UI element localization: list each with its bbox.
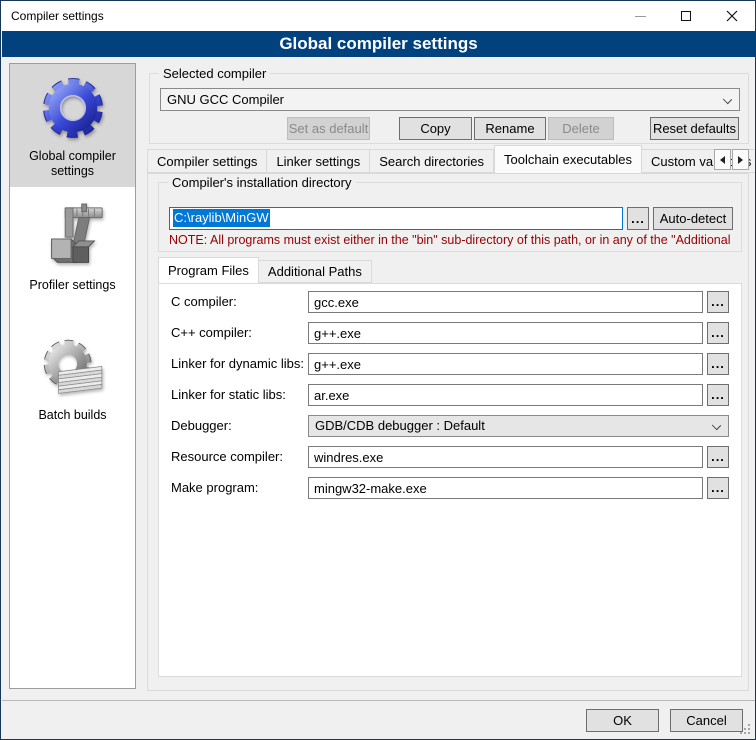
minimize-button[interactable]	[617, 1, 663, 31]
installation-directory-group-label: Compiler's installation directory	[168, 175, 356, 190]
compiler-settings-dialog: Compiler settings Global compiler settin…	[0, 0, 756, 740]
title-bar: Compiler settings	[1, 1, 755, 31]
field-label: C compiler:	[171, 291, 237, 313]
rename-button[interactable]: Rename	[474, 117, 546, 140]
tab-program-files[interactable]: Program Files	[158, 257, 259, 283]
sidebar-item-label: Global compiler settings	[10, 146, 135, 187]
bin-subdirectory-note: NOTE: All programs must exist either in …	[169, 233, 741, 247]
maximize-button[interactable]	[663, 1, 709, 31]
compiler-select[interactable]: GNU GCC Compiler	[160, 88, 740, 111]
sidebar-item-global-compiler-settings[interactable]: Global compiler settings	[10, 64, 135, 187]
static-linker-input[interactable]	[308, 384, 703, 406]
window-title: Compiler settings	[11, 1, 104, 31]
program-tab-bar: Program Files Additional Paths	[158, 260, 372, 283]
make-program-input[interactable]	[308, 477, 703, 499]
copy-button[interactable]: Copy	[399, 117, 472, 140]
maximize-icon	[681, 11, 691, 21]
sidebar-item-profiler-settings[interactable]: Profiler settings	[10, 197, 135, 301]
toolchain-executables-page: Compiler's installation directory C:\ray…	[147, 173, 749, 691]
browse-dynamic-linker-button[interactable]: ...	[707, 353, 729, 375]
profiler-caliper-icon	[38, 203, 108, 275]
tab-compiler-settings[interactable]: Compiler settings	[147, 149, 267, 173]
close-icon	[726, 10, 738, 22]
compiler-select-value: GNU GCC Compiler	[167, 92, 284, 107]
close-button[interactable]	[709, 1, 755, 31]
sidebar-item-label: Profiler settings	[10, 275, 135, 301]
debugger-select-value: GDB/CDB debugger : Default	[315, 418, 485, 433]
installation-directory-input[interactable]: C:\raylib\MinGW	[169, 207, 623, 230]
tab-linker-settings[interactable]: Linker settings	[267, 149, 370, 173]
cancel-button[interactable]: Cancel	[670, 709, 743, 732]
c-compiler-input[interactable]	[308, 291, 703, 313]
cpp-compiler-input[interactable]	[308, 322, 703, 344]
tab-search-directories[interactable]: Search directories	[370, 149, 494, 173]
selected-compiler-group-label: Selected compiler	[159, 66, 270, 81]
reset-defaults-button[interactable]: Reset defaults	[650, 117, 739, 140]
tab-scroll-right-button[interactable]	[732, 149, 749, 170]
minimize-icon	[635, 16, 646, 17]
field-label: Resource compiler:	[171, 446, 283, 468]
tab-scroll-left-button[interactable]	[714, 149, 731, 170]
main-tab-bar: Compiler settings Linker settings Search…	[147, 149, 756, 173]
selected-compiler-group: Selected compiler GNU GCC Compiler Set a…	[149, 73, 749, 144]
chevron-down-icon	[712, 421, 721, 430]
sidebar-item-batch-builds[interactable]: Batch builds	[10, 327, 135, 431]
chevron-down-icon	[723, 95, 732, 104]
batch-builds-icon	[37, 333, 109, 405]
debugger-select[interactable]: GDB/CDB debugger : Default	[308, 415, 729, 437]
page-title: Global compiler settings	[2, 31, 755, 57]
field-label: Linker for dynamic libs:	[171, 353, 304, 375]
footer-divider	[2, 700, 755, 701]
resource-compiler-input[interactable]	[308, 446, 703, 468]
field-label: C++ compiler:	[171, 322, 252, 344]
field-label: Linker for static libs:	[171, 384, 286, 406]
program-files-panel: C compiler: ... C++ compiler: ... Linker…	[158, 283, 742, 677]
scroll-right-icon	[738, 156, 743, 164]
field-label: Make program:	[171, 477, 258, 499]
browse-c-compiler-button[interactable]: ...	[707, 291, 729, 313]
browse-cpp-compiler-button[interactable]: ...	[707, 322, 729, 344]
tab-additional-paths[interactable]: Additional Paths	[259, 260, 372, 283]
installation-directory-group: Compiler's installation directory C:\ray…	[158, 182, 742, 252]
browse-static-linker-button[interactable]: ...	[707, 384, 729, 406]
settings-category-list: Global compiler settings	[9, 63, 136, 689]
blue-gear-icon	[35, 70, 111, 146]
tab-toolchain-executables[interactable]: Toolchain executables	[494, 145, 642, 173]
delete-button[interactable]: Delete	[548, 117, 614, 140]
browse-directory-button[interactable]: ...	[627, 207, 649, 230]
browse-resource-compiler-button[interactable]: ...	[707, 446, 729, 468]
ok-button[interactable]: OK	[586, 709, 659, 732]
set-as-default-button[interactable]: Set as default	[287, 117, 370, 140]
browse-make-program-button[interactable]: ...	[707, 477, 729, 499]
selected-path-text: C:\raylib\MinGW	[173, 209, 270, 227]
resize-grip[interactable]	[740, 724, 750, 734]
sidebar-item-label: Batch builds	[10, 405, 135, 431]
dynamic-linker-input[interactable]	[308, 353, 703, 375]
auto-detect-button[interactable]: Auto-detect	[653, 207, 733, 230]
field-label: Debugger:	[171, 415, 232, 437]
scroll-left-icon	[720, 156, 725, 164]
